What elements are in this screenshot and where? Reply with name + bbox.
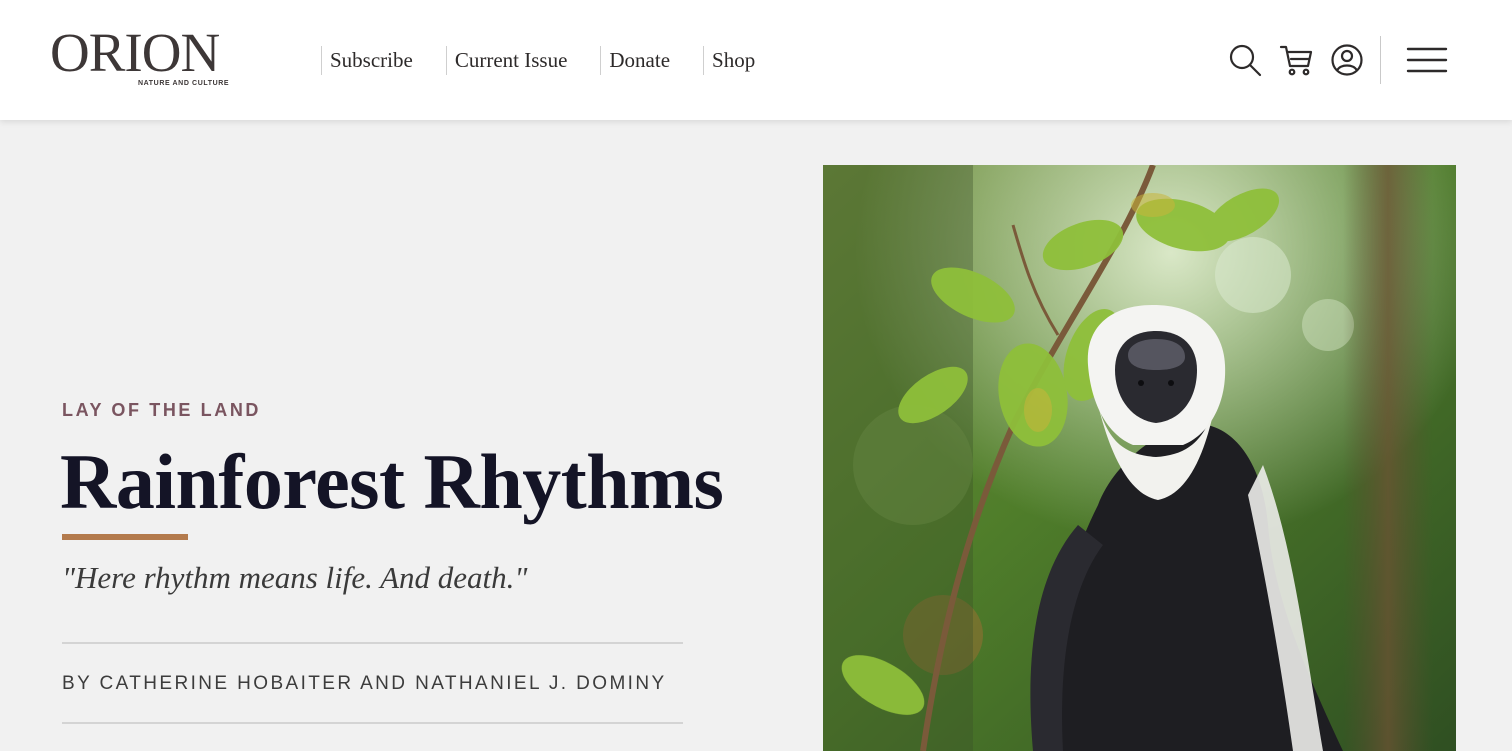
search-icon[interactable] bbox=[1227, 42, 1263, 78]
article-byline: BY CATHERINE HOBAITER AND NATHANIEL J. D… bbox=[62, 673, 667, 694]
byline-divider-top bbox=[62, 642, 683, 644]
section-kicker[interactable]: LAY OF THE LAND bbox=[62, 400, 261, 421]
primary-nav: Subscribe Current Issue Donate Shop bbox=[321, 45, 788, 75]
nav-item-subscribe[interactable]: Subscribe bbox=[321, 45, 413, 75]
hero-image-colobus-monkey bbox=[823, 165, 1456, 751]
logo-wordmark: ORION bbox=[50, 22, 220, 83]
cart-icon[interactable] bbox=[1278, 42, 1314, 78]
title-accent-rule bbox=[62, 534, 188, 540]
nav-item-current-issue[interactable]: Current Issue bbox=[445, 45, 567, 75]
site-header: ORION NATURE AND CULTURE Subscribe Curre… bbox=[0, 0, 1512, 120]
article-dek: "Here rhythm means life. And death." bbox=[62, 560, 528, 595]
nav-item-donate[interactable]: Donate bbox=[600, 45, 670, 75]
toolbar-divider bbox=[1380, 36, 1381, 84]
account-icon[interactable] bbox=[1329, 42, 1365, 78]
article-title: Rainforest Rhythms bbox=[60, 438, 724, 525]
byline-divider-bottom bbox=[62, 722, 683, 724]
menu-icon[interactable] bbox=[1405, 42, 1449, 78]
logo-tagline: NATURE AND CULTURE bbox=[138, 80, 230, 87]
nav-item-shop[interactable]: Shop bbox=[703, 45, 755, 75]
site-logo[interactable]: ORION NATURE AND CULTURE bbox=[50, 22, 240, 92]
